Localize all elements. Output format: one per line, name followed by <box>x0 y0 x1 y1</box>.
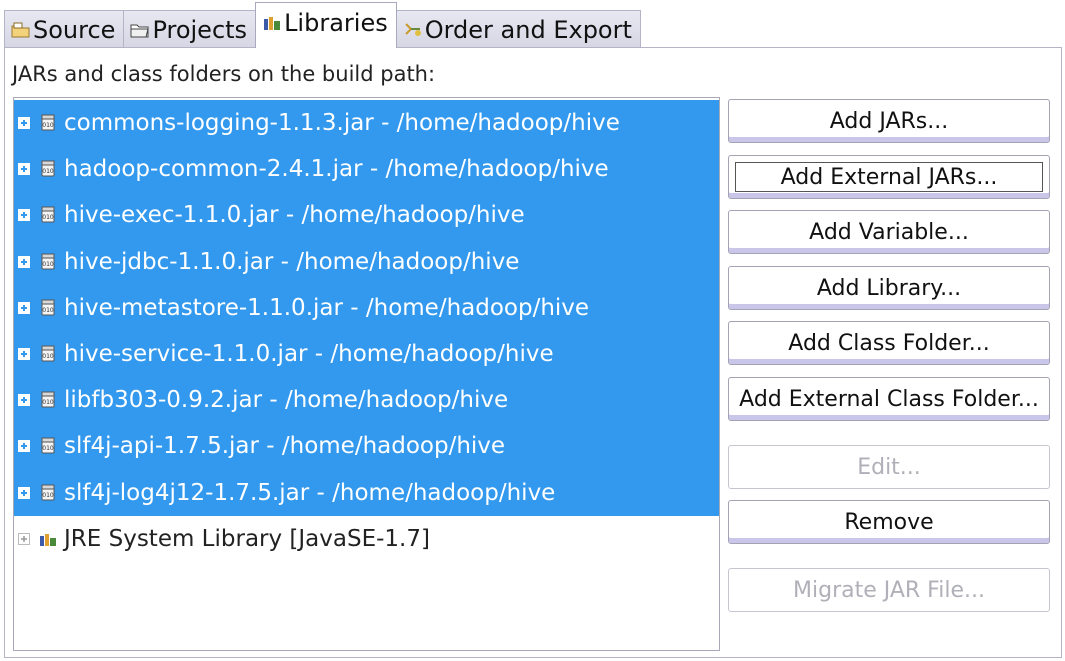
tab-projects-label: Projects <box>152 15 248 44</box>
expand-icon[interactable] <box>17 116 31 130</box>
add-jars-button[interactable]: Add JARs... <box>728 99 1050 143</box>
svg-text:010: 010 <box>42 492 54 499</box>
tree-row[interactable]: 010 slf4j-api-1.7.5.jar - /home/hadoop/h… <box>14 423 719 470</box>
tree-row[interactable]: 010 slf4j-log4j12-1.7.5.jar - /home/hado… <box>14 469 719 516</box>
add-class-folder-button[interactable]: Add Class Folder... <box>728 321 1050 365</box>
tab-bar: Source Projects Libraries Order and Expo… <box>4 2 641 48</box>
tree-row-label: hadoop-common-2.4.1.jar - /home/hadoop/h… <box>64 156 609 183</box>
jar-icon: 010 <box>41 253 55 270</box>
expand-icon[interactable] <box>17 162 31 176</box>
tree-row[interactable]: 010 commons-logging-1.1.3.jar - /home/ha… <box>14 100 719 147</box>
folder-icon <box>130 21 150 39</box>
source-folder-icon <box>11 21 31 39</box>
tree-row[interactable]: 010 hive-metastore-1.1.0.jar - /home/had… <box>14 284 719 331</box>
tree-row[interactable]: 010 hadoop-common-2.4.1.jar - /home/hado… <box>14 146 719 193</box>
expand-icon[interactable] <box>17 486 31 500</box>
jar-icon: 010 <box>41 114 55 131</box>
jre-library-icon <box>40 534 56 547</box>
jar-icon: 010 <box>41 160 55 177</box>
tree-row[interactable]: 010 libfb303-0.9.2.jar - /home/hadoop/hi… <box>14 377 719 424</box>
tab-libraries[interactable]: Libraries <box>255 2 397 48</box>
add-library-button[interactable]: Add Library... <box>728 266 1050 310</box>
jar-icon: 010 <box>41 391 55 408</box>
tree-row[interactable]: JRE System Library [JavaSE-1.7] <box>14 516 719 562</box>
tree-row-label: slf4j-log4j12-1.7.5.jar - /home/hadoop/h… <box>64 479 556 506</box>
tree-row[interactable]: 010 hive-jdbc-1.1.0.jar - /home/hadoop/h… <box>14 238 719 285</box>
tree-row-label: commons-logging-1.1.3.jar - /home/hadoop… <box>64 110 620 137</box>
remove-button[interactable]: Remove <box>728 500 1050 544</box>
migrate-jar-file-button[interactable]: Migrate JAR File... <box>728 568 1050 612</box>
edit-button[interactable]: Edit... <box>728 445 1050 489</box>
tab-projects[interactable]: Projects <box>123 10 257 48</box>
tree-row-label: hive-exec-1.1.0.jar - /home/hadoop/hive <box>64 202 525 229</box>
java-build-path-libraries-page: Source Projects Libraries Order and Expo… <box>0 0 1065 661</box>
library-icon <box>262 14 282 32</box>
svg-text:010: 010 <box>42 214 54 221</box>
svg-text:010: 010 <box>42 168 54 175</box>
jar-icon: 010 <box>41 345 55 362</box>
jar-icon: 010 <box>41 484 55 501</box>
expand-icon[interactable] <box>17 439 31 453</box>
add-variable-button[interactable]: Add Variable... <box>728 210 1050 254</box>
expand-icon[interactable] <box>17 255 31 269</box>
tree-row-label: JRE System Library [JavaSE-1.7] <box>64 526 430 553</box>
svg-text:010: 010 <box>42 399 54 406</box>
tree-row[interactable]: 010 hive-exec-1.1.0.jar - /home/hadoop/h… <box>14 192 719 239</box>
expand-icon[interactable] <box>17 347 31 361</box>
jar-icon: 010 <box>41 206 55 223</box>
tree-row-label: hive-metastore-1.1.0.jar - /home/hadoop/… <box>64 294 590 321</box>
add-external-class-folder-button[interactable]: Add External Class Folder... <box>728 377 1050 421</box>
svg-text:010: 010 <box>42 307 54 314</box>
tree-row-label: slf4j-api-1.7.5.jar - /home/hadoop/hive <box>64 433 506 460</box>
tree-row-label: libfb303-0.9.2.jar - /home/hadoop/hive <box>64 387 509 414</box>
tree-row-label: hive-jdbc-1.1.0.jar - /home/hadoop/hive <box>64 248 520 275</box>
svg-text:010: 010 <box>42 122 54 129</box>
order-export-icon <box>403 21 423 39</box>
expand-icon[interactable] <box>17 208 31 222</box>
build-path-tree[interactable]: 010 commons-logging-1.1.3.jar - /home/ha… <box>13 97 720 651</box>
tab-order-and-export-label: Order and Export <box>424 15 632 44</box>
svg-text:010: 010 <box>42 353 54 360</box>
jar-icon: 010 <box>41 437 55 454</box>
build-path-caption: JARs and class folders on the build path… <box>12 62 436 86</box>
tab-source[interactable]: Source <box>4 10 125 48</box>
expand-icon[interactable] <box>17 301 31 315</box>
jar-icon: 010 <box>41 299 55 316</box>
add-external-jars-button[interactable]: Add External JARs... <box>728 155 1050 199</box>
add-external-jars-label: Add External JARs... <box>780 164 998 190</box>
svg-text:010: 010 <box>42 261 54 268</box>
expand-icon[interactable] <box>17 532 31 546</box>
expand-icon[interactable] <box>17 393 31 407</box>
tab-order-and-export[interactable]: Order and Export <box>395 10 641 48</box>
tree-row[interactable]: 010 hive-service-1.1.0.jar - /home/hadoo… <box>14 331 719 378</box>
tab-libraries-label: Libraries <box>284 8 388 37</box>
tree-row-label: hive-service-1.1.0.jar - /home/hadoop/hi… <box>64 341 554 368</box>
svg-text:010: 010 <box>42 445 54 452</box>
tab-source-label: Source <box>33 15 116 44</box>
